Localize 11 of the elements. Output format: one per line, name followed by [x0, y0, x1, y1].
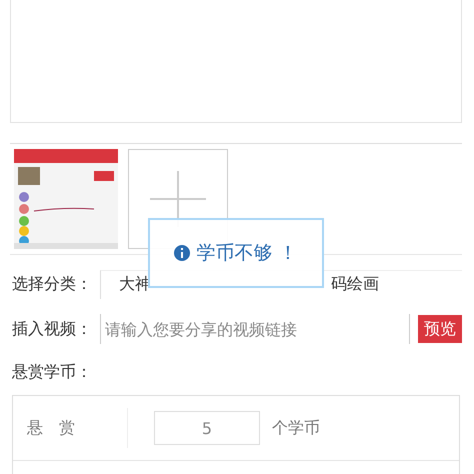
field-label: 选择分类： — [12, 274, 93, 294]
preview-button[interactable]: 预览 — [418, 315, 462, 343]
video-link-field[interactable]: 请输入您要分享的视频链接 — [100, 314, 410, 344]
info-icon — [174, 245, 190, 261]
unit-label: 个学币 — [272, 418, 320, 438]
field-label: 插入视频： — [12, 318, 93, 340]
text-area[interactable] — [10, 0, 462, 123]
toast-message: 学币不够 ！ — [196, 241, 298, 266]
reward-amount-field[interactable]: 5 — [154, 411, 260, 445]
field-label: 悬赏学币： — [12, 362, 93, 382]
row-label: 悬 赏 — [13, 408, 128, 448]
